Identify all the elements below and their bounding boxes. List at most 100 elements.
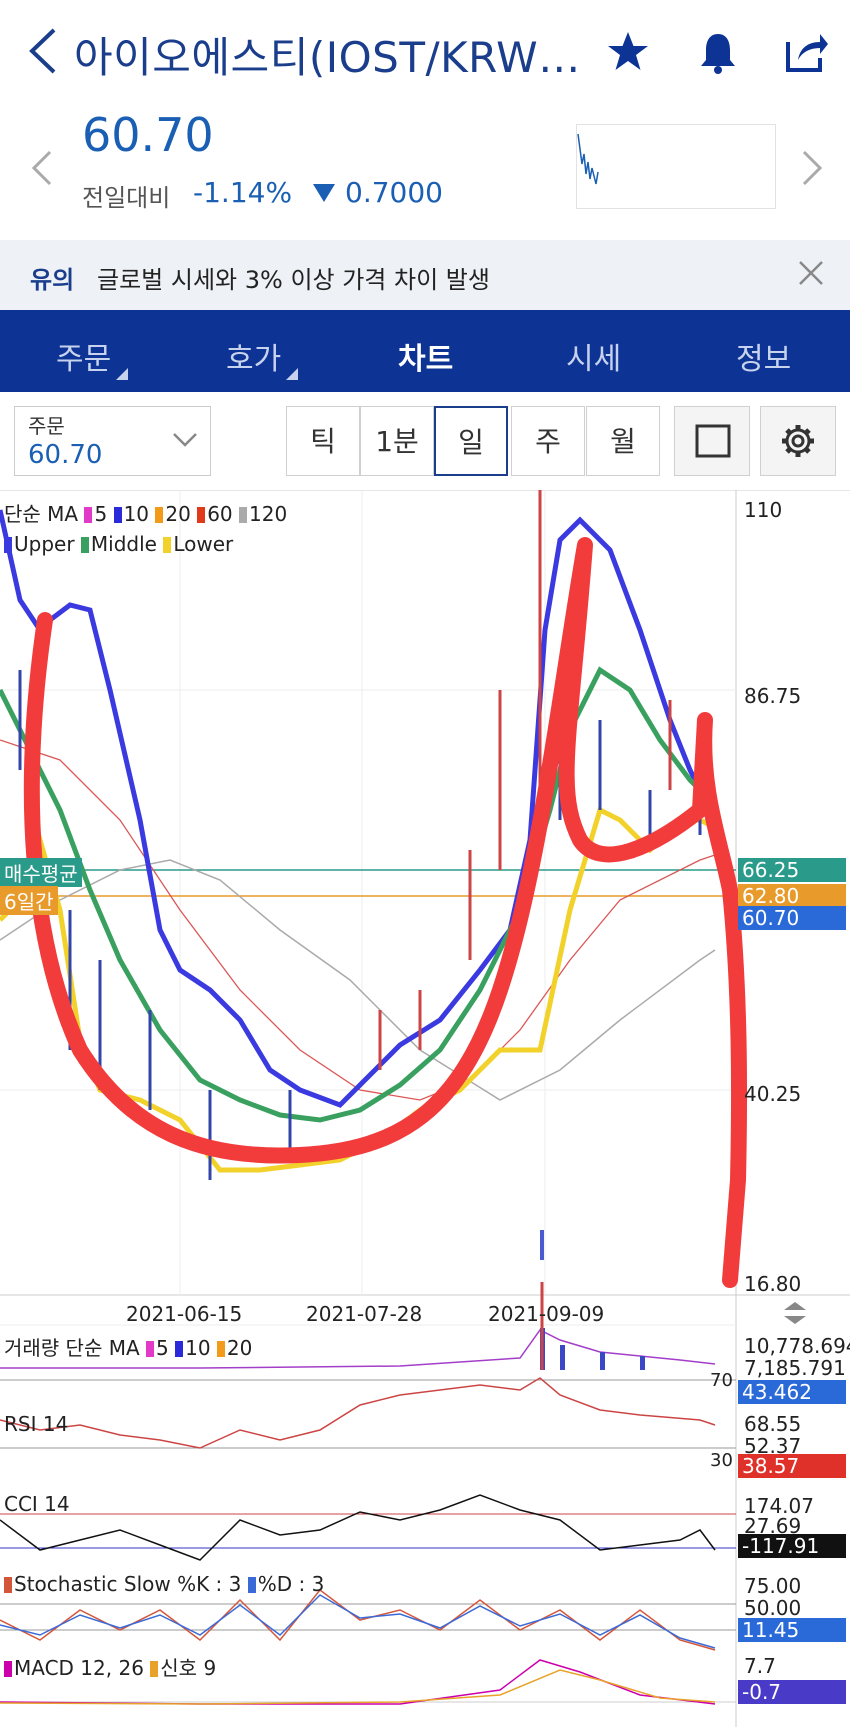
stoch-axis-value: 75.00 [744, 1574, 802, 1598]
rsi-current-tag: 38.57 [738, 1454, 846, 1478]
macd-label: MACD 12, 26 [14, 1656, 144, 1680]
lower-label: Lower [173, 532, 234, 556]
ma120-swatch [239, 507, 247, 523]
chevron-down-icon [173, 433, 197, 447]
notice-tag: 유의 [30, 266, 75, 294]
corner-triangle-icon [116, 368, 128, 380]
bollinger-legend: Upper Middle Lower [4, 532, 233, 556]
current-price: 60.70 [82, 108, 214, 162]
ma20-label: 20 [165, 502, 191, 526]
ma60-swatch [197, 507, 206, 523]
y-tick: 16.80 [744, 1272, 802, 1296]
x-tick: 2021-06-15 [126, 1302, 243, 1326]
ma10-label: 10 [123, 502, 150, 526]
stoch-current-tag: 11.45 [738, 1618, 846, 1642]
macd-current-tag: -0.7 [738, 1680, 846, 1704]
ma10-swatch [113, 507, 122, 523]
ma5-label: 5 [94, 502, 108, 526]
stoch-d-label: %D : 3 [257, 1572, 325, 1596]
day6-price: 62.80 [738, 884, 846, 908]
price-chart-canvas[interactable] [0, 490, 850, 1727]
macd-legend: MACD 12, 26 신호 9 [4, 1652, 216, 1681]
x-tick: 2021-07-28 [306, 1302, 423, 1326]
fullscreen-button[interactable] [674, 406, 750, 476]
next-chevron-icon[interactable] [800, 150, 824, 186]
stoch-k-label: Stochastic Slow %K : 3 [14, 1572, 242, 1596]
x-tick: 2021-09-09 [488, 1302, 605, 1326]
current-price-tag: 60.70 [738, 906, 846, 930]
vol-ma5-swatch [146, 1341, 155, 1357]
ma5-swatch [84, 507, 93, 523]
compare-label: 전일대비 [82, 184, 171, 212]
order-select-value: 60.70 [28, 440, 103, 470]
share-icon[interactable] [782, 28, 830, 76]
prev-chevron-icon[interactable] [30, 150, 54, 186]
notice-text: 글로벌 시세와 3% 이상 가격 차이 발생 [97, 266, 490, 294]
y-tick: 86.75 [744, 684, 802, 708]
vol-ma10-swatch [175, 1341, 184, 1357]
close-icon[interactable] [796, 258, 826, 288]
volume-legend-prefix: 거래량 단순 MA [4, 1336, 140, 1360]
vol-ma5-label: 5 [156, 1336, 169, 1360]
change-percent: -1.14% [193, 176, 293, 209]
ma-legend: 단순 MA 5 10 20 60 120 [4, 498, 287, 527]
gear-icon [782, 425, 814, 457]
volume-legend: 거래량 단순 MA 5 10 20 [4, 1332, 252, 1361]
period-tick[interactable]: 틱 [286, 406, 360, 476]
y-tick: 40.25 [744, 1082, 802, 1106]
tab-info[interactable]: 정보 [736, 334, 791, 378]
upper-label: Upper [14, 532, 75, 556]
period-week[interactable]: 주 [511, 406, 585, 476]
upper-swatch [4, 537, 12, 553]
corner-triangle-icon [286, 368, 298, 380]
middle-swatch [80, 537, 89, 553]
ma20-swatch [155, 507, 164, 523]
back-chevron-icon[interactable] [24, 26, 64, 76]
lower-swatch [163, 537, 172, 553]
vol-ma20-swatch [216, 1341, 225, 1357]
middle-label: Middle [90, 532, 157, 556]
mini-chart[interactable] [576, 124, 776, 209]
down-triangle-icon [313, 184, 335, 202]
period-month[interactable]: 월 [586, 406, 660, 476]
period-day[interactable]: 일 [434, 406, 508, 476]
cci-current-tag: -117.91 [738, 1534, 846, 1558]
day6-tag: 6일간 [0, 886, 58, 915]
bell-icon[interactable] [694, 28, 742, 76]
tab-order[interactable]: 주문 [56, 334, 111, 378]
volume-axis-value: 7,185.791 [744, 1356, 846, 1380]
ma120-label: 120 [249, 502, 288, 526]
tab-market[interactable]: 시세 [566, 334, 621, 378]
rsi-label: RSI 14 [4, 1412, 69, 1436]
resize-handle-icon[interactable] [782, 1302, 808, 1324]
volume-current-tag: 43.462 [738, 1380, 846, 1404]
signal-label: 신호 9 [160, 1656, 217, 1680]
rsi-axis-value: 68.55 [744, 1412, 802, 1436]
buy-average-price: 66.25 [738, 858, 846, 882]
vol-ma20-label: 20 [226, 1336, 253, 1360]
ma60-label: 60 [207, 502, 233, 526]
stoch-k-swatch [4, 1577, 12, 1593]
tab-orderbook[interactable]: 호가 [226, 334, 281, 378]
rsi-level-70: 70 [710, 1370, 733, 1391]
ma-legend-prefix: 단순 MA [4, 502, 79, 526]
buy-average-tag: 매수평균 [0, 858, 82, 887]
y-tick: 110 [744, 498, 783, 522]
rsi-level-30: 30 [710, 1450, 733, 1471]
volume-axis-value: 10,778.694 [744, 1334, 850, 1358]
stoch-d-swatch [247, 1577, 256, 1593]
macd-axis-value: 7.7 [744, 1654, 776, 1678]
period-1min[interactable]: 1분 [360, 406, 434, 476]
signal-swatch [150, 1661, 159, 1677]
square-icon [695, 424, 731, 458]
star-icon[interactable] [604, 28, 652, 76]
vol-ma10-label: 10 [185, 1336, 211, 1360]
page-title: 아이오에스티(IOST/KRW… [74, 33, 581, 82]
settings-button[interactable] [760, 406, 836, 476]
stoch-axis-value: 50.00 [744, 1596, 802, 1620]
order-select-label: 주문 [28, 414, 65, 438]
change-value: 0.7000 [345, 176, 443, 209]
stochastic-legend: Stochastic Slow %K : 3 %D : 3 [4, 1572, 324, 1596]
cci-label: CCI 14 [4, 1492, 70, 1516]
tab-chart[interactable]: 차트 [398, 334, 453, 378]
